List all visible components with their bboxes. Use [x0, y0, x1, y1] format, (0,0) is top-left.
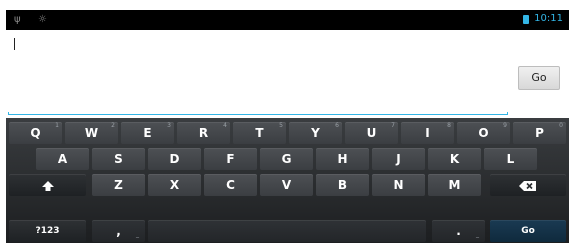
key-z[interactable]: Z [92, 174, 145, 196]
key-n[interactable]: N [372, 174, 425, 196]
key-label: I [425, 126, 430, 140]
key-label: W [84, 126, 99, 140]
key-hint: 1 [55, 122, 59, 129]
key-h[interactable]: H [316, 148, 369, 170]
usb-debug-icon: ψ [14, 14, 21, 25]
key-label: Y [311, 126, 320, 140]
key-b[interactable]: B [316, 174, 369, 196]
key-t[interactable]: T 5 [233, 122, 286, 144]
battery-icon [523, 15, 529, 24]
key-i[interactable]: I 8 [401, 122, 454, 144]
key-hint: 3 [167, 122, 171, 129]
text-input[interactable] [6, 30, 511, 116]
key-hint: 8 [447, 122, 451, 129]
key-k[interactable]: K [428, 148, 481, 170]
delete-key[interactable] [490, 174, 566, 196]
delete-icon [519, 180, 536, 191]
text-input-underline [8, 112, 508, 115]
key-label: E [143, 126, 152, 140]
period-key[interactable]: . _ [432, 220, 485, 242]
key-x[interactable]: X [148, 174, 201, 196]
shift-icon [41, 180, 54, 191]
key-q[interactable]: Q 1 [9, 122, 62, 144]
key-u[interactable]: U 7 [345, 122, 398, 144]
key-hint: 6 [335, 122, 339, 129]
key-hint: 9 [503, 122, 507, 129]
key-s[interactable]: S [92, 148, 145, 170]
text-cursor [14, 38, 15, 50]
key-label: . [456, 224, 461, 238]
key-p[interactable]: P 0 [513, 122, 566, 144]
key-g[interactable]: G [260, 148, 313, 170]
key-hint: _ [136, 231, 139, 238]
go-button[interactable]: Go [518, 66, 560, 90]
key-c[interactable]: C [204, 174, 257, 196]
key-m[interactable]: M [428, 174, 481, 196]
key-a[interactable]: A [36, 148, 89, 170]
comma-key[interactable]: , _ [92, 220, 145, 242]
shift-key[interactable] [9, 174, 86, 196]
key-r[interactable]: R 4 [177, 122, 230, 144]
key-label: P [535, 126, 544, 140]
android-debug-icon: ☼ [38, 14, 47, 25]
key-hint: _ [476, 231, 479, 238]
key-hint: 2 [111, 122, 115, 129]
soft-keyboard: Q 1 W 2 E 3 R 4 T 5 Y 6 U 7 I 8 O 9 P 0 … [6, 118, 569, 243]
key-hint: 0 [559, 122, 563, 129]
key-d[interactable]: D [148, 148, 201, 170]
key-f[interactable]: F [204, 148, 257, 170]
key-label: U [366, 126, 377, 140]
key-w[interactable]: W 2 [65, 122, 118, 144]
status-time: 10:11 [534, 13, 563, 24]
key-hint: 4 [223, 122, 227, 129]
key-label: , [116, 224, 121, 238]
key-v[interactable]: V [260, 174, 313, 196]
key-label: T [255, 126, 264, 140]
space-key[interactable] [148, 220, 426, 242]
key-hint: 5 [279, 122, 283, 129]
status-bar: ψ ☼ 10:11 [6, 10, 569, 30]
key-label: R [198, 126, 209, 140]
key-j[interactable]: J [372, 148, 425, 170]
keyboard-go-key[interactable]: Go [490, 220, 566, 242]
key-label: Q [30, 126, 41, 140]
key-l[interactable]: L [484, 148, 537, 170]
key-label: O [478, 126, 489, 140]
key-hint: 7 [391, 122, 395, 129]
key-e[interactable]: E 3 [121, 122, 174, 144]
key-o[interactable]: O 9 [457, 122, 510, 144]
symbols-key[interactable]: ?123 [9, 220, 86, 242]
key-y[interactable]: Y 6 [289, 122, 342, 144]
app-content: Go [6, 30, 569, 118]
